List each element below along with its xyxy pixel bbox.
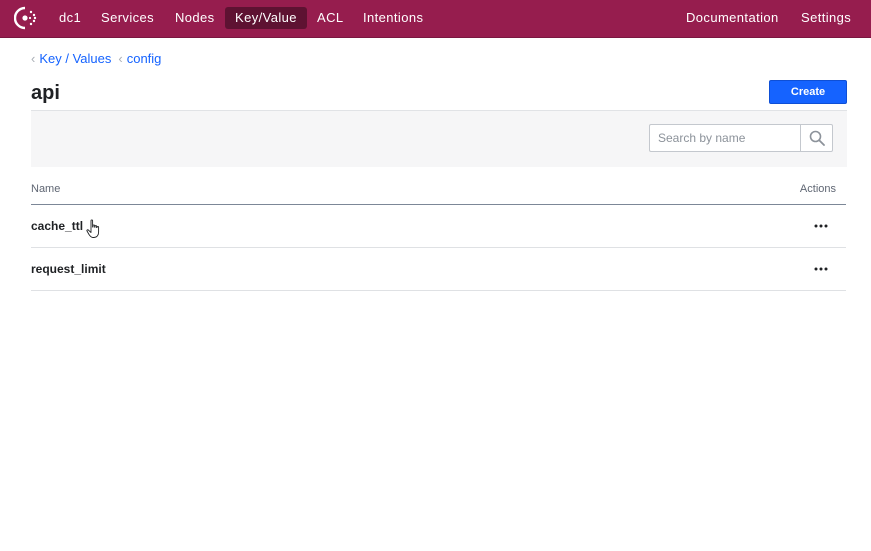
table-row[interactable]: cache_ttl bbox=[31, 205, 846, 248]
breadcrumb-config[interactable]: ‹ config bbox=[118, 51, 161, 66]
create-button[interactable]: Create bbox=[769, 80, 847, 104]
chevron-left-icon: ‹ bbox=[31, 51, 36, 66]
more-horizontal-icon[interactable] bbox=[812, 262, 830, 276]
nav-acl[interactable]: ACL bbox=[307, 7, 354, 29]
top-navigation: dc1 Services Nodes Key/Value ACL Intenti… bbox=[0, 0, 871, 38]
hand-pointer-icon bbox=[86, 219, 102, 239]
search-icon bbox=[809, 130, 825, 146]
kv-key-link[interactable]: cache_ttl bbox=[31, 219, 83, 233]
nav-nodes[interactable]: Nodes bbox=[165, 7, 225, 29]
search-button[interactable] bbox=[800, 124, 833, 152]
more-horizontal-icon[interactable] bbox=[812, 219, 830, 233]
nav-key-value[interactable]: Key/Value bbox=[225, 7, 307, 29]
search-input[interactable] bbox=[649, 124, 800, 152]
nav-documentation[interactable]: Documentation bbox=[676, 7, 789, 29]
column-header-actions: Actions bbox=[799, 183, 836, 195]
nav-settings[interactable]: Settings bbox=[791, 7, 861, 29]
kv-key-link[interactable]: request_limit bbox=[31, 262, 106, 276]
kv-table: Name Actions cache_ttl request_limit bbox=[31, 176, 846, 291]
chevron-left-icon: ‹ bbox=[118, 51, 123, 66]
filter-bar bbox=[31, 110, 847, 167]
nav-services[interactable]: Services bbox=[91, 7, 164, 29]
page-title: api bbox=[31, 82, 60, 104]
consul-logo-icon[interactable] bbox=[13, 6, 40, 30]
column-header-name: Name bbox=[31, 183, 61, 195]
table-row[interactable]: request_limit bbox=[31, 248, 846, 291]
nav-intentions[interactable]: Intentions bbox=[353, 7, 433, 29]
breadcrumb: ‹ Key / Values ‹ config bbox=[31, 51, 168, 66]
breadcrumb-key-values[interactable]: ‹ Key / Values bbox=[31, 51, 111, 66]
datacenter-selector[interactable]: dc1 bbox=[49, 7, 91, 29]
table-header: Name Actions bbox=[31, 176, 846, 205]
